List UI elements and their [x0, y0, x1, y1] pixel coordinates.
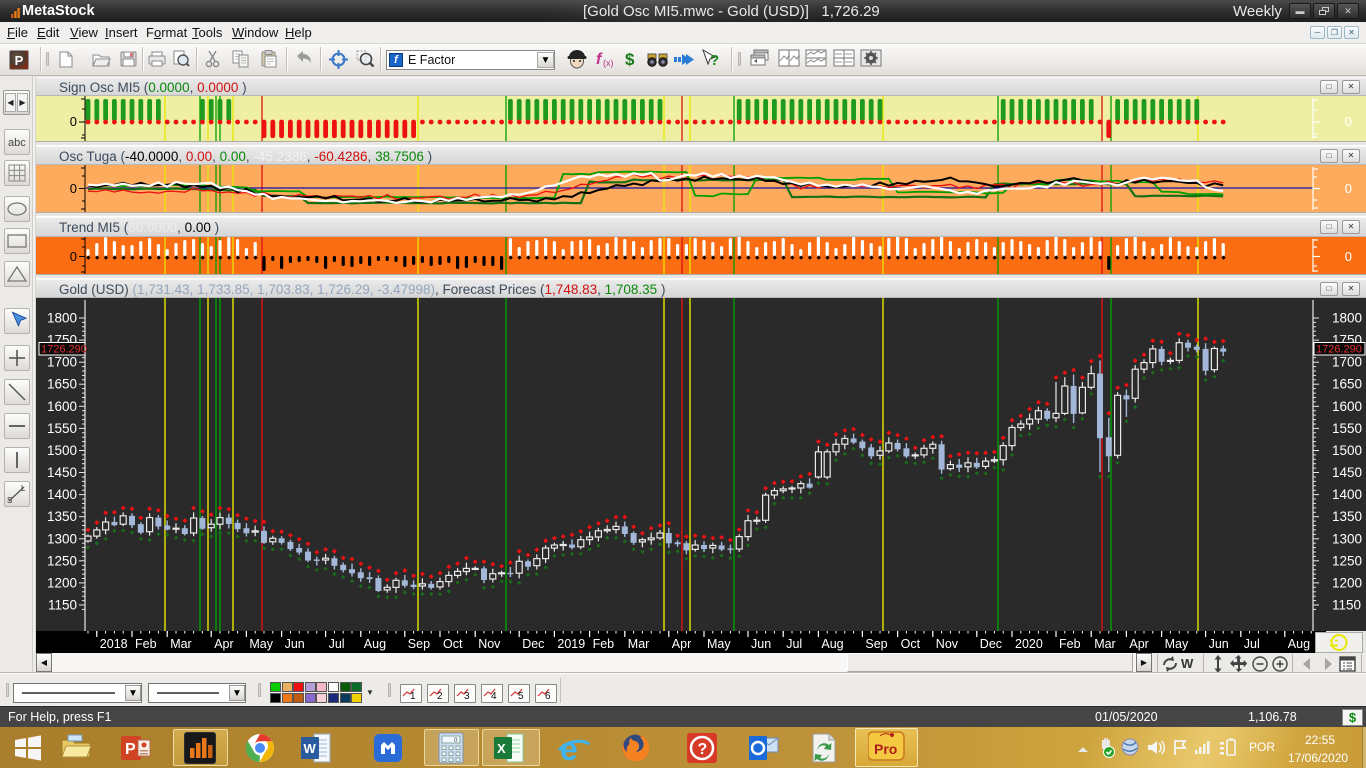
- svg-text:2018: 2018: [100, 637, 128, 651]
- svg-text:Jul: Jul: [786, 637, 802, 651]
- svg-text:1700: 1700: [1332, 355, 1362, 370]
- svg-text:1700: 1700: [47, 355, 77, 370]
- svg-text:Aug: Aug: [364, 637, 386, 651]
- svg-text:1250: 1250: [47, 553, 77, 568]
- svg-text:4: 4: [491, 691, 497, 702]
- svg-text:Jun: Jun: [751, 637, 771, 651]
- svg-text:1300: 1300: [47, 531, 77, 546]
- svg-text:1726.290: 1726.290: [1316, 344, 1362, 356]
- svg-text:2: 2: [437, 691, 443, 702]
- svg-text:Nov: Nov: [478, 637, 501, 651]
- svg-text:Mar: Mar: [170, 637, 192, 651]
- svg-text:1350: 1350: [1332, 509, 1362, 524]
- svg-text:(x): (x): [603, 58, 614, 68]
- svg-text:L: L: [21, 484, 26, 493]
- svg-text:Mar: Mar: [628, 637, 650, 651]
- svg-text:Mar: Mar: [1094, 637, 1116, 651]
- svg-text:Aug: Aug: [821, 637, 843, 651]
- svg-text:1650: 1650: [47, 377, 77, 392]
- svg-text:$: $: [625, 50, 635, 69]
- svg-text:1550: 1550: [1332, 421, 1362, 436]
- svg-text:0: 0: [70, 181, 77, 196]
- svg-text:May: May: [249, 637, 273, 651]
- svg-text:Sep: Sep: [865, 637, 887, 651]
- svg-text:Sep: Sep: [408, 637, 430, 651]
- svg-text:1450: 1450: [1332, 465, 1362, 480]
- svg-text:2019: 2019: [557, 637, 585, 651]
- svg-text:1726.290: 1726.290: [41, 344, 87, 356]
- svg-text:Feb: Feb: [1059, 637, 1081, 651]
- svg-text:Dec: Dec: [522, 637, 544, 651]
- svg-text:1650: 1650: [1332, 377, 1362, 392]
- svg-text:1200: 1200: [47, 575, 77, 590]
- svg-text:0: 0: [70, 249, 77, 264]
- svg-text:1550: 1550: [47, 421, 77, 436]
- svg-text:1350: 1350: [47, 509, 77, 524]
- svg-text:Apr: Apr: [1129, 637, 1148, 651]
- svg-text:0: 0: [1345, 114, 1352, 129]
- svg-text:1600: 1600: [1332, 399, 1362, 414]
- svg-text:Jun: Jun: [1209, 637, 1229, 651]
- svg-text:Apr: Apr: [672, 637, 691, 651]
- svg-text:3: 3: [464, 691, 470, 702]
- svg-text:0: 0: [1345, 249, 1352, 264]
- svg-text:1250: 1250: [1332, 553, 1362, 568]
- svg-text:1600: 1600: [47, 399, 77, 414]
- svg-text:W: W: [304, 741, 317, 756]
- svg-text:1150: 1150: [48, 598, 77, 613]
- svg-text:0: 0: [1345, 181, 1352, 196]
- svg-text:?: ?: [710, 52, 719, 69]
- svg-text:1150: 1150: [1332, 598, 1361, 613]
- svg-text:1500: 1500: [1332, 443, 1362, 458]
- svg-text:X: X: [497, 741, 506, 756]
- svg-text:P: P: [125, 741, 136, 758]
- svg-text:1300: 1300: [1332, 531, 1362, 546]
- svg-text:Feb: Feb: [135, 637, 157, 651]
- svg-text:1400: 1400: [47, 487, 77, 502]
- svg-text:1450: 1450: [47, 465, 77, 480]
- svg-text:Jun: Jun: [285, 637, 305, 651]
- svg-text:1200: 1200: [1332, 575, 1362, 590]
- svg-text:Feb: Feb: [593, 637, 615, 651]
- svg-text:2020: 2020: [1015, 637, 1043, 651]
- svg-text:S: S: [7, 496, 12, 505]
- svg-text:1400: 1400: [1332, 487, 1362, 502]
- svg-text:6: 6: [545, 691, 551, 702]
- svg-text:f: f: [596, 51, 603, 68]
- svg-text:Nov: Nov: [936, 637, 959, 651]
- svg-text:Dec: Dec: [980, 637, 1002, 651]
- svg-text:1: 1: [410, 691, 416, 702]
- svg-text:1800: 1800: [1332, 311, 1362, 326]
- svg-text:Aug: Aug: [1288, 637, 1310, 651]
- svg-text:Oct: Oct: [443, 637, 463, 651]
- svg-text:5: 5: [518, 691, 524, 702]
- svg-text:Oct: Oct: [901, 637, 921, 651]
- svg-text:1500: 1500: [47, 443, 77, 458]
- svg-text:Pro: Pro: [874, 741, 897, 757]
- svg-text:Apr: Apr: [214, 637, 233, 651]
- svg-text:Jul: Jul: [1244, 637, 1260, 651]
- svg-text:Jul: Jul: [329, 637, 345, 651]
- svg-text:?: ?: [698, 741, 708, 758]
- svg-text:0: 0: [70, 114, 77, 129]
- svg-text:1800: 1800: [47, 311, 77, 326]
- svg-text:abc: abc: [8, 137, 26, 149]
- svg-text:May: May: [1165, 637, 1189, 651]
- svg-text:May: May: [707, 637, 731, 651]
